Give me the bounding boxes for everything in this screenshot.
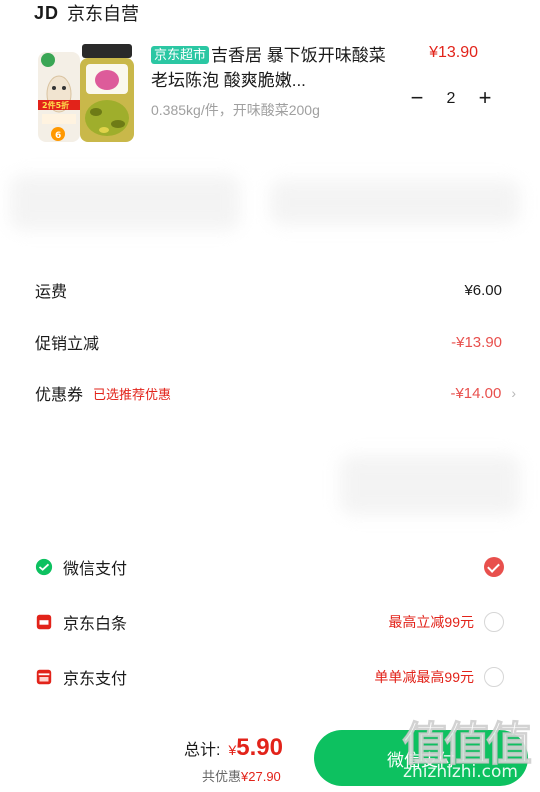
payment-method-jd-pay[interactable]: 京东支付 单单减最高99元 [35, 662, 504, 692]
coupon-row[interactable]: 优惠券 已选推荐优惠 -¥14.00 › [35, 380, 516, 406]
savings-label: 共优惠 [202, 769, 242, 784]
payment-method-wechat[interactable]: 微信支付 [35, 552, 504, 582]
wechat-pay-icon [35, 558, 53, 576]
blurred-region [270, 180, 520, 225]
product-item: 2件5折 6 京东超市 吉香居 暴下饭开味酸菜 老坛陈泡 酸爽脆嫩... 0.38… [34, 38, 514, 150]
shipping-fee-value: ¥6.00 [464, 281, 502, 299]
payment-method-label: 微信支付 [63, 561, 128, 578]
wechat-pay-button[interactable]: 微信支付 [314, 730, 528, 786]
shop-name: 京东自营 [67, 4, 140, 24]
payment-radio[interactable] [484, 612, 504, 632]
product-price: ¥13.90 [429, 44, 478, 61]
savings-amount: ¥27.90 [241, 769, 281, 784]
payment-promo-text: 单单减最高99元 [374, 669, 474, 685]
order-total: 总计: ¥ 5.90 共优惠¥27.90 [184, 734, 314, 785]
payment-radio-selected[interactable] [484, 557, 504, 577]
coupon-value: -¥14.00 [450, 384, 502, 402]
quantity-value[interactable]: 2 [432, 90, 470, 108]
image-promo-text: 2件5折 [42, 100, 69, 110]
payment-method-label: 京东支付 [63, 671, 128, 688]
coupon-tip: 已选推荐优惠 [93, 386, 172, 402]
promo-discount-label: 促销立减 [35, 336, 100, 353]
payment-promo-text: 最高立减99元 [388, 614, 474, 630]
increase-quantity-button[interactable]: + [470, 86, 500, 112]
currency-symbol: ¥ [228, 742, 237, 758]
payment-method-label: 京东白条 [63, 616, 128, 633]
jd-supermarket-badge: 京东超市 [151, 46, 210, 64]
shop-header: JD 京东自营 [34, 0, 139, 26]
total-label: 总计: [184, 742, 221, 759]
total-line: 总计: ¥ 5.90 [184, 734, 314, 762]
quantity-stepper: − 2 + [402, 86, 500, 112]
promo-discount-value: -¥13.90 [451, 333, 502, 351]
coupon-label: 优惠券 [35, 387, 84, 404]
product-spec: 0.385kg/件，开味酸菜200g [151, 102, 320, 118]
jd-logo: JD [34, 2, 60, 23]
image-count-text: 6 [55, 131, 61, 141]
decrease-quantity-button[interactable]: − [402, 86, 432, 112]
total-amount: 5.90 [236, 734, 283, 761]
chevron-right-icon: › [511, 385, 516, 401]
promo-discount-row: 促销立减 -¥13.90 [35, 329, 502, 355]
product-title[interactable]: 京东超市 吉香居 暴下饭开味酸菜 老坛陈泡 酸爽脆嫩... [151, 43, 401, 93]
product-image[interactable]: 2件5折 6 [34, 38, 138, 146]
blurred-region [340, 455, 520, 515]
shipping-fee-row: 运费 ¥6.00 [35, 277, 502, 303]
jd-baitiao-icon [36, 614, 52, 630]
jd-pay-icon [36, 669, 52, 685]
shipping-fee-label: 运费 [35, 284, 68, 301]
savings-line: 共优惠¥27.90 [184, 766, 314, 785]
payment-radio[interactable] [484, 667, 504, 687]
blurred-region [10, 175, 240, 230]
payment-method-jd-baitiao[interactable]: 京东白条 最高立减99元 [35, 607, 504, 637]
